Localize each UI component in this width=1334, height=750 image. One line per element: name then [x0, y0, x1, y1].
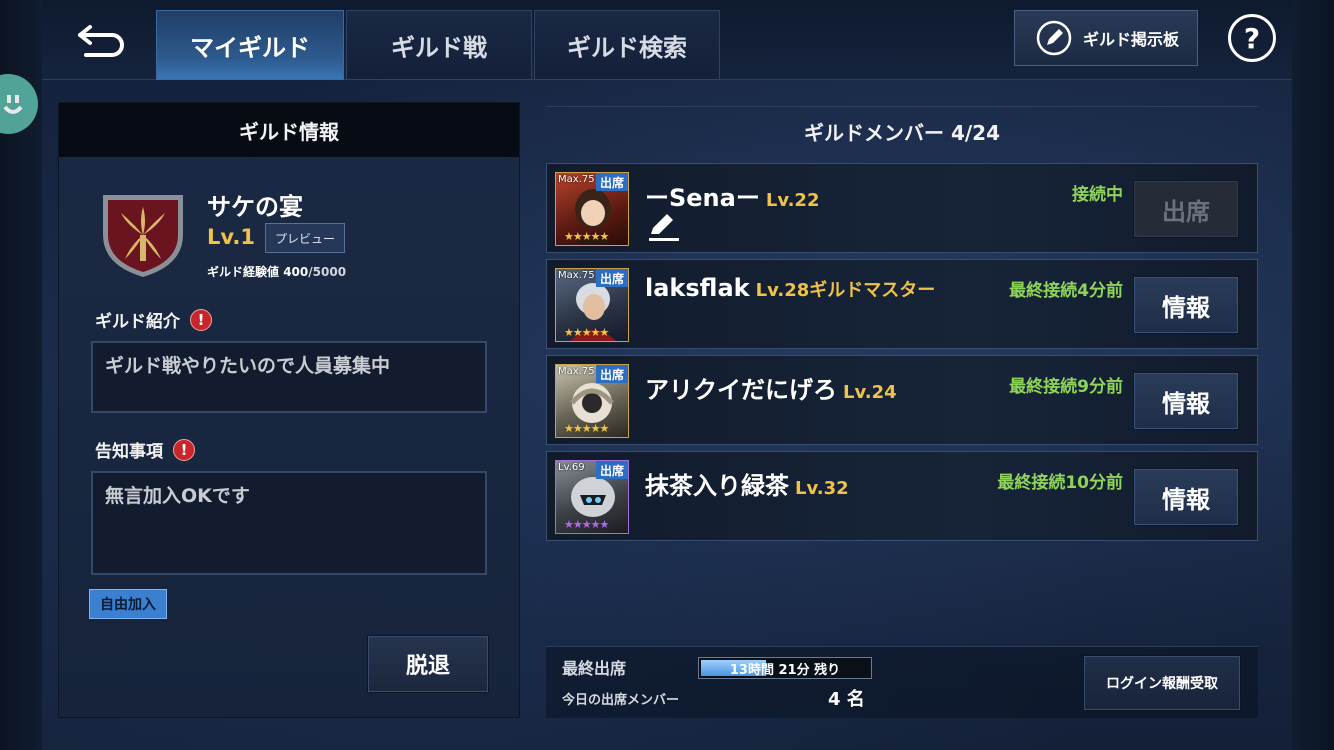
right-edge-strip: [1292, 0, 1334, 750]
today-attendance-label: 今日の出席メンバー: [562, 693, 680, 708]
member-row: Max.75 出席 ★★★★★ アリクイだにげろ Lv.24 最終接続9分前 情報: [546, 355, 1258, 445]
guild-info-header: ギルド情報: [59, 103, 519, 157]
member-portrait[interactable]: Max.75 出席 ★★★★★: [555, 268, 629, 342]
today-attendance-count: 4 名: [828, 689, 865, 710]
member-row: Max.75 出席 ★★★★★ laksflak Lv.28ギルドマスター 最終接…: [546, 259, 1258, 349]
guild-exp-label: ギルド経験値: [207, 265, 280, 279]
last-attendance-label: 最終出席: [562, 659, 627, 678]
member-name: 抹茶入り緑茶: [645, 472, 789, 500]
star-rating: ★★★★★: [564, 326, 609, 339]
member-row: Lv.69 出席 ★★★★★ 抹茶入り緑茶 Lv.32 最終接続10分前 情報: [546, 451, 1258, 541]
attendance-tag: 出席: [596, 269, 628, 287]
star-rating: ★★★★★: [564, 422, 609, 435]
join-type-badge: 自由加入: [89, 589, 167, 619]
face-icon: [3, 95, 23, 114]
edit-memo-icon[interactable]: [647, 212, 681, 242]
star-rating: ★★★★★: [564, 230, 609, 243]
member-name-line: アリクイだにげろ Lv.24: [645, 370, 897, 405]
member-level: Lv.24: [843, 382, 897, 403]
member-name-line: ーSenaー Lv.22: [645, 178, 819, 213]
member-name: ーSenaー: [645, 184, 760, 212]
login-reward-button[interactable]: ログイン報酬受取: [1083, 655, 1241, 711]
member-status: 最終接続4分前: [1009, 281, 1123, 301]
tab-guild-war[interactable]: ギルド戦: [346, 10, 532, 80]
member-portrait[interactable]: Max.75 出席 ★★★★★: [555, 172, 629, 246]
attendance-tag: 出席: [596, 173, 628, 191]
guild-intro-textbox[interactable]: ギルド戦やりたいので人員募集中: [91, 341, 487, 413]
portrait-level: Max.75: [558, 270, 595, 281]
tab-guild-search[interactable]: ギルド検索: [534, 10, 720, 80]
member-portrait[interactable]: Max.75 出席 ★★★★★: [555, 364, 629, 438]
notice-label-row: 告知事項 !: [95, 437, 195, 462]
alert-icon: !: [190, 308, 212, 331]
guild-exp-current: 400: [283, 265, 309, 279]
alert-icon: !: [173, 438, 195, 461]
guild-level: Lv.1: [207, 225, 255, 249]
info-button[interactable]: 情報: [1133, 372, 1239, 430]
portrait-level: Max.75: [558, 366, 595, 377]
back-button[interactable]: [72, 14, 132, 64]
guild-crest-icon: [103, 195, 183, 277]
help-icon: ?: [1243, 21, 1261, 55]
attendance-timer-bar: 13時間 21分 残り: [698, 657, 872, 679]
guild-board-label: ギルド掲示板: [1083, 30, 1180, 49]
member-level: Lv.22: [765, 190, 820, 211]
pencil-circle-icon: [1036, 20, 1072, 56]
info-button[interactable]: 情報: [1133, 468, 1239, 526]
leave-guild-button[interactable]: 脱退: [367, 635, 489, 693]
guild-board-button[interactable]: ギルド掲示板: [1014, 10, 1198, 66]
portrait-level: Lv.69: [558, 462, 585, 473]
attendance-tag: 出席: [596, 365, 628, 383]
help-button[interactable]: ?: [1228, 14, 1276, 62]
member-name-line: laksflak Lv.28ギルドマスター: [645, 274, 935, 302]
guild-exp: ギルド経験値 400/5000: [207, 263, 346, 280]
member-row: Max.75 出席 ★★★★★ ーSenaー Lv.22 接続中 出席: [546, 163, 1258, 253]
star-rating: ★★★★★: [564, 518, 609, 531]
preview-button[interactable]: プレビュー: [265, 223, 345, 253]
portrait-level: Max.75: [558, 174, 595, 185]
notice-textbox[interactable]: 無言加入OKです: [91, 471, 487, 575]
attendance-tag: 出席: [596, 461, 628, 479]
member-name: アリクイだにげろ: [645, 376, 837, 404]
info-button[interactable]: 情報: [1133, 276, 1239, 334]
member-status: 接続中: [1072, 185, 1123, 205]
guild-name: サケの宴: [207, 193, 303, 221]
member-name-line: 抹茶入り緑茶 Lv.32: [645, 466, 849, 501]
member-role: ギルドマスター: [809, 280, 936, 301]
guild-exp-total: /5000: [308, 265, 347, 279]
notice-label: 告知事項: [95, 442, 163, 462]
back-arrow-icon: [78, 25, 124, 57]
guild-intro-label-row: ギルド紹介 !: [95, 307, 212, 332]
guild-intro-label: ギルド紹介: [95, 312, 180, 332]
member-status: 最終接続9分前: [1009, 377, 1123, 397]
attend-button[interactable]: 出席: [1133, 180, 1239, 238]
tab-my-guild[interactable]: マイギルド: [156, 10, 344, 80]
attendance-time-left: 13時間 21分 残り: [729, 662, 841, 678]
member-status: 最終接続10分前: [997, 473, 1123, 493]
member-level: Lv.28: [755, 280, 810, 301]
member-name: laksflak: [645, 274, 750, 302]
member-portrait[interactable]: Lv.69 出席 ★★★★★: [555, 460, 629, 534]
member-level: Lv.32: [795, 478, 849, 499]
guild-info-panel: ギルド情報 サケの宴 Lv.1 プレビュー ギルド経験値 400/5000 ギル…: [58, 102, 520, 718]
members-header: ギルドメンバー 4/24: [546, 106, 1258, 156]
